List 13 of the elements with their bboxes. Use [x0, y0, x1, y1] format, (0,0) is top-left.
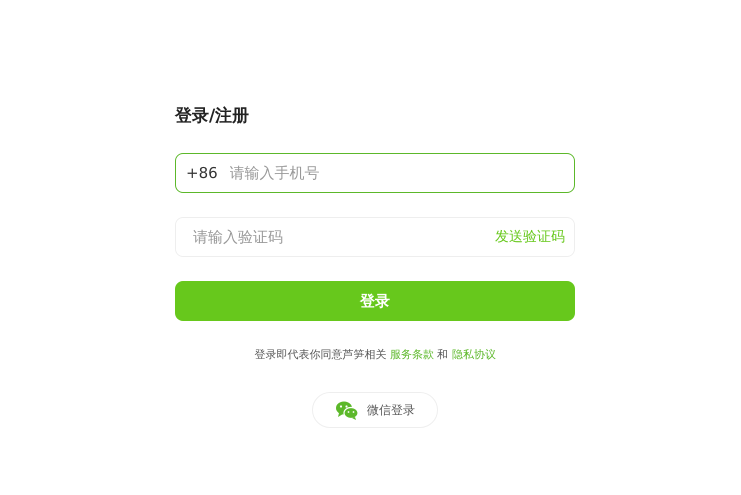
agreement-text: 登录即代表你同意芦笋相关 服务条款 和 隐私协议 — [253, 347, 497, 363]
phone-input-field[interactable]: 请输入手机号 — [230, 162, 564, 184]
policy-link[interactable]: 服务条款 — [390, 348, 434, 361]
code-input-field[interactable]: 请输入验证码 — [193, 226, 495, 248]
page-title: 登录/注册 — [175, 105, 250, 128]
code-field[interactable]: 请输入验证码 发送验证码 — [175, 217, 575, 257]
phone-field[interactable]: +86 请输入手机号 — [175, 153, 575, 193]
policy-link[interactable]: 隐私协议 — [452, 348, 496, 361]
login-button[interactable]: 登录 — [175, 281, 575, 321]
wechat-login-button[interactable]: 微信登录 — [312, 392, 438, 428]
send-code-link[interactable]: 发送验证码 — [495, 226, 565, 248]
country-code[interactable]: +86 — [186, 162, 218, 184]
chat-bubbles-icon — [335, 400, 359, 420]
